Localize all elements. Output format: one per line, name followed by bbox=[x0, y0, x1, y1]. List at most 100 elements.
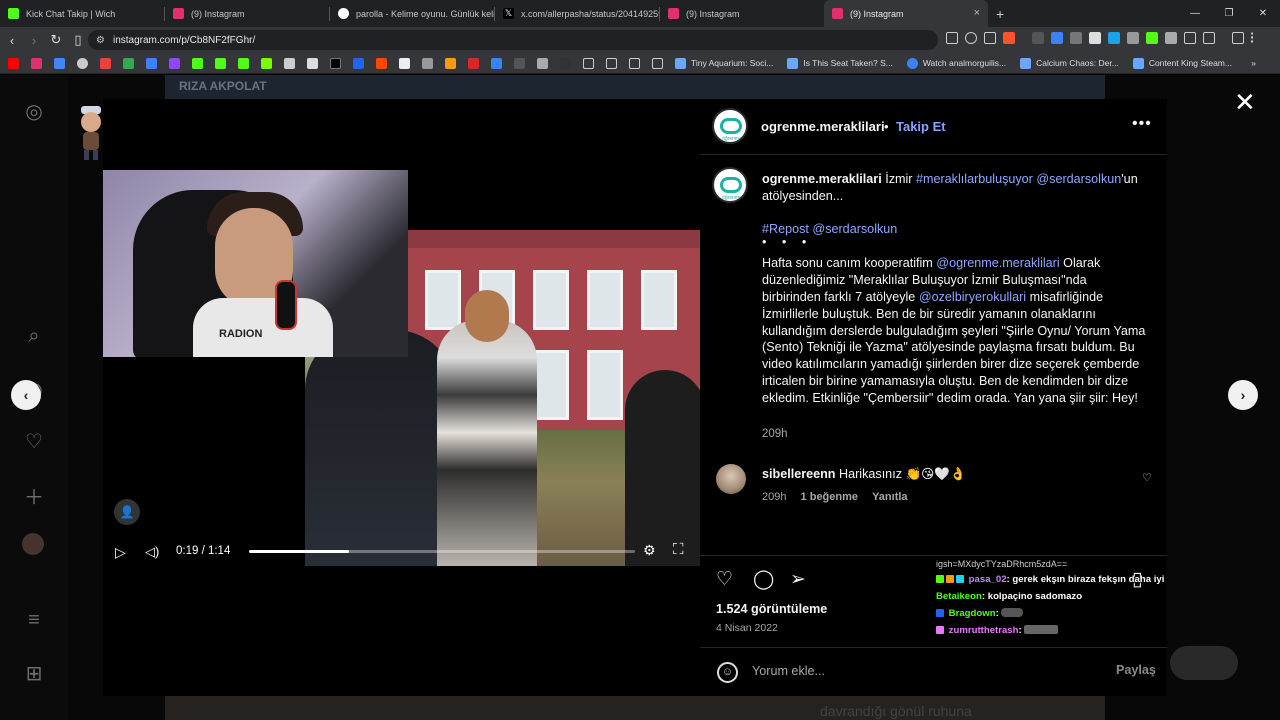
site-settings-icon[interactable]: ⚙ bbox=[96, 35, 105, 46]
share-send-icon[interactable]: ➢ bbox=[790, 568, 806, 591]
brave-shield-icon[interactable] bbox=[1003, 32, 1015, 44]
author-username[interactable]: ogrenme.meraklilari bbox=[761, 119, 885, 134]
fullscreen-icon[interactable]: ⛶ bbox=[673, 541, 684, 558]
back-arrow-icon[interactable]: ‹ bbox=[2, 33, 22, 48]
folder-icon[interactable] bbox=[583, 57, 594, 69]
comment-bubble-icon[interactable]: ◯ bbox=[753, 568, 774, 591]
browser-tab-5[interactable]: (9) Instagram bbox=[660, 0, 824, 27]
instagram-bookmark-icon[interactable] bbox=[31, 57, 42, 69]
puzzle-icon[interactable] bbox=[1184, 32, 1196, 44]
play-icon[interactable]: ▷ bbox=[115, 544, 126, 561]
previous-post-button[interactable]: ‹ bbox=[11, 380, 41, 410]
menu-icon[interactable] bbox=[1251, 32, 1255, 44]
chat-collapse-pill[interactable] bbox=[1170, 646, 1238, 680]
kick-bookmark-icon[interactable] bbox=[215, 57, 226, 69]
comment-input[interactable] bbox=[752, 664, 1052, 678]
comment-like-heart-icon[interactable]: ♡ bbox=[1142, 471, 1152, 484]
bookmark-item[interactable]: Tiny Aquarium: Soci... bbox=[675, 57, 773, 69]
reddit-bookmark-icon[interactable] bbox=[376, 57, 387, 69]
comment-likes-link[interactable]: 1 beğenme bbox=[801, 491, 858, 503]
forward-arrow-icon[interactable]: › bbox=[24, 33, 44, 48]
extension-icon[interactable] bbox=[1051, 32, 1063, 44]
kick-bookmark-icon[interactable] bbox=[238, 57, 249, 69]
commenter-avatar[interactable] bbox=[716, 464, 746, 494]
window-close-button[interactable]: ✕ bbox=[1246, 0, 1280, 27]
bookmark-icon[interactable] bbox=[77, 57, 88, 69]
bookmark-icon[interactable] bbox=[422, 57, 433, 69]
bookmark-icon[interactable]: ▯ bbox=[68, 32, 88, 48]
author-avatar[interactable]: öğrenme meraklıları bbox=[712, 108, 748, 144]
reply-button[interactable]: Yanıtla bbox=[872, 491, 907, 503]
bookmark-item[interactable]: Content King Steam... bbox=[1132, 57, 1232, 69]
next-post-button[interactable]: › bbox=[1228, 380, 1258, 410]
browser-tab-active[interactable]: (9) Instagram × bbox=[824, 0, 988, 27]
bookmark-item[interactable]: Is This Seat Taken? S... bbox=[787, 57, 893, 69]
restore-button[interactable]: ❐ bbox=[1212, 0, 1246, 27]
folder-icon[interactable] bbox=[652, 57, 663, 69]
bookmark-icon[interactable] bbox=[560, 57, 571, 69]
caption-username[interactable]: ogrenme.meraklilari bbox=[762, 172, 882, 186]
mention-link[interactable]: @ozelbiryerokullari bbox=[919, 290, 1026, 304]
video-progress-bar[interactable] bbox=[249, 550, 635, 553]
browser-tab-3[interactable]: parolla - Kelime oyunu. Günlük kelim bbox=[330, 0, 494, 27]
extension-icon[interactable] bbox=[1108, 32, 1120, 44]
emoji-picker-icon[interactable]: ☺ bbox=[717, 662, 738, 683]
bookmark-icon[interactable] bbox=[491, 57, 502, 69]
repost-link[interactable]: #Repost @serdarsolkun bbox=[762, 222, 897, 236]
extension-icon[interactable] bbox=[1032, 32, 1044, 44]
bookmark-icon[interactable] bbox=[514, 57, 525, 69]
more-options-icon[interactable]: ••• bbox=[1132, 115, 1152, 133]
volume-icon[interactable]: ◁) bbox=[145, 544, 159, 560]
bookmark-item[interactable]: Watch analmorguilis... bbox=[906, 57, 1006, 69]
follow-button[interactable]: Takip Et bbox=[896, 119, 946, 134]
url-text[interactable]: instagram.com/p/Cb8NF2fFGhr/ bbox=[113, 35, 255, 46]
media-icon[interactable] bbox=[1232, 32, 1244, 44]
browser-tab-2[interactable]: (9) Instagram bbox=[165, 0, 329, 27]
extension-icon[interactable] bbox=[1146, 32, 1158, 44]
folder-icon[interactable] bbox=[629, 57, 640, 69]
reload-icon[interactable]: ↻ bbox=[46, 32, 66, 48]
bookmark-icon[interactable] bbox=[399, 57, 410, 69]
extension-icon[interactable] bbox=[1165, 32, 1177, 44]
bookmark-icon[interactable] bbox=[537, 57, 548, 69]
x-bookmark-icon[interactable] bbox=[330, 57, 341, 69]
bookmark-icon[interactable] bbox=[146, 57, 157, 69]
commenter-username[interactable]: sibellereenn bbox=[762, 467, 836, 481]
caption-author-avatar[interactable]: öğrenme meraklıları bbox=[712, 167, 748, 203]
bookmark-icon[interactable] bbox=[353, 57, 364, 69]
sidebar-icon[interactable] bbox=[1203, 32, 1215, 44]
folder-icon[interactable] bbox=[606, 57, 617, 69]
video-settings-icon[interactable]: ⚙ bbox=[643, 542, 656, 559]
close-tab-icon[interactable]: × bbox=[974, 7, 980, 19]
hashtag-link[interactable]: #meraklılarbuluşuyor bbox=[916, 172, 1033, 186]
omnibox[interactable]: ⚙ instagram.com/p/Cb8NF2fFGhr/ bbox=[88, 30, 938, 50]
drive-bookmark-icon[interactable] bbox=[123, 57, 134, 69]
cast-icon[interactable] bbox=[946, 32, 958, 44]
mention-link[interactable]: @ogrenme.meraklilari bbox=[936, 256, 1059, 270]
bookmark-icon[interactable] bbox=[261, 57, 272, 69]
gmail-bookmark-icon[interactable] bbox=[100, 57, 111, 69]
bookmark-icon[interactable] bbox=[307, 57, 318, 69]
extension-icon[interactable] bbox=[1089, 32, 1101, 44]
bookmark-icon[interactable] bbox=[284, 57, 295, 69]
share-icon[interactable] bbox=[984, 32, 996, 44]
close-modal-icon[interactable]: ✕ bbox=[1234, 89, 1256, 115]
bookmark-icon[interactable] bbox=[445, 57, 456, 69]
youtube-bookmark-icon[interactable] bbox=[8, 57, 19, 69]
browser-tab-4[interactable]: 𝕏 x.com/allerpasha/status/2041492594 bbox=[495, 0, 659, 27]
browser-tab-1[interactable]: Kick Chat Takip | Wich bbox=[0, 0, 164, 27]
bookmark-item[interactable]: Calcium Chaos: Der... bbox=[1020, 57, 1119, 69]
post-comment-button[interactable]: Paylaş bbox=[1116, 663, 1156, 677]
zoom-icon[interactable] bbox=[965, 32, 977, 44]
twitch-bookmark-icon[interactable] bbox=[169, 57, 180, 69]
kick-bookmark-icon[interactable] bbox=[192, 57, 203, 69]
tagged-user-icon[interactable]: 👤 bbox=[114, 499, 140, 525]
post-media[interactable]: RADION 👤 ▷ ◁) 0:19 / 1:14 ⚙ ⛶ bbox=[81, 99, 700, 696]
more-bookmarks-icon[interactable]: » bbox=[1251, 58, 1256, 68]
bookmark-icon[interactable] bbox=[54, 57, 65, 69]
mention-link[interactable]: @serdarsolkun bbox=[1036, 172, 1121, 186]
extension-icon[interactable] bbox=[1127, 32, 1139, 44]
like-heart-icon[interactable]: ♡ bbox=[716, 568, 733, 591]
bookmark-icon[interactable] bbox=[468, 57, 479, 69]
extension-icon[interactable] bbox=[1070, 32, 1082, 44]
